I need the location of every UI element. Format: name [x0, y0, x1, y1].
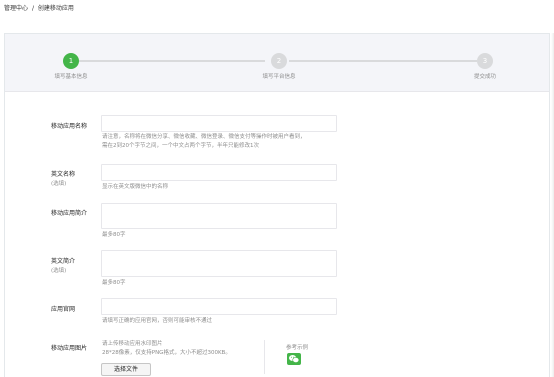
step-connector	[289, 60, 477, 62]
step-2-circle: 2	[271, 53, 287, 69]
step-indicator: 1 2 3 填写基本信息 填写平台信息 提交成功	[5, 34, 549, 92]
app-name-hint-2: 需在2到20个字节之间，一个中文占两个字节，半年只能修改1次	[102, 143, 259, 149]
app-intro-label: 移动应用简介	[51, 210, 88, 217]
website-hint: 请填写正确的应用官网，否则可能审核不通过	[102, 318, 213, 324]
app-image-label: 移动应用图片	[51, 345, 88, 352]
app-name-hint: 请注意，名称将在微信分享、微信收藏、微信登录、微信支付等操作时被用户看到，	[102, 134, 306, 140]
app-name-input[interactable]	[101, 115, 337, 132]
english-intro-label: 英文简介	[51, 258, 76, 265]
example-divider	[264, 340, 265, 374]
example-label: 参考示例	[286, 345, 309, 351]
website-label: 应用官网	[51, 306, 76, 313]
step-1-circle: 1	[63, 53, 79, 69]
step-1-label: 填写基本信息	[54, 74, 88, 80]
breadcrumb-separator: /	[31, 5, 34, 12]
choose-file-button[interactable]: 选择文件	[101, 363, 151, 376]
breadcrumb: 管理中心 / 创建移动应用	[4, 3, 74, 12]
app-intro-hint: 最多80字	[102, 232, 126, 238]
app-name-label: 移动应用名称	[51, 123, 88, 130]
english-name-hint: 显示在英文版微信中的名称	[102, 184, 169, 190]
english-name-input[interactable]	[101, 164, 337, 181]
english-intro-optional: (选填)	[51, 268, 67, 274]
breadcrumb-home[interactable]: 管理中心	[4, 3, 28, 12]
step-3-circle: 3	[477, 53, 493, 69]
breadcrumb-current: 创建移动应用	[37, 5, 74, 12]
app-image-hint: 请上传移动应用水印图片	[102, 341, 163, 347]
wechat-icon	[287, 353, 301, 365]
english-intro-hint: 最多80字	[102, 280, 126, 286]
app-intro-textarea[interactable]	[101, 203, 337, 229]
create-app-panel: 1 2 3 填写基本信息 填写平台信息 提交成功 移动应用名称 请注意，名称将在…	[4, 33, 550, 377]
app-image-hint-2: 28*28像素，仅支持PNG格式，大小不超过300KB。	[102, 350, 231, 356]
step-connector	[79, 60, 265, 62]
english-name-optional: (选填)	[51, 181, 67, 187]
step-3-label: 提交成功	[473, 74, 497, 80]
english-name-label: 英文名称	[51, 171, 76, 178]
website-input[interactable]	[101, 298, 337, 315]
step-2-label: 填写平台信息	[262, 74, 296, 80]
english-intro-textarea[interactable]	[101, 250, 337, 277]
